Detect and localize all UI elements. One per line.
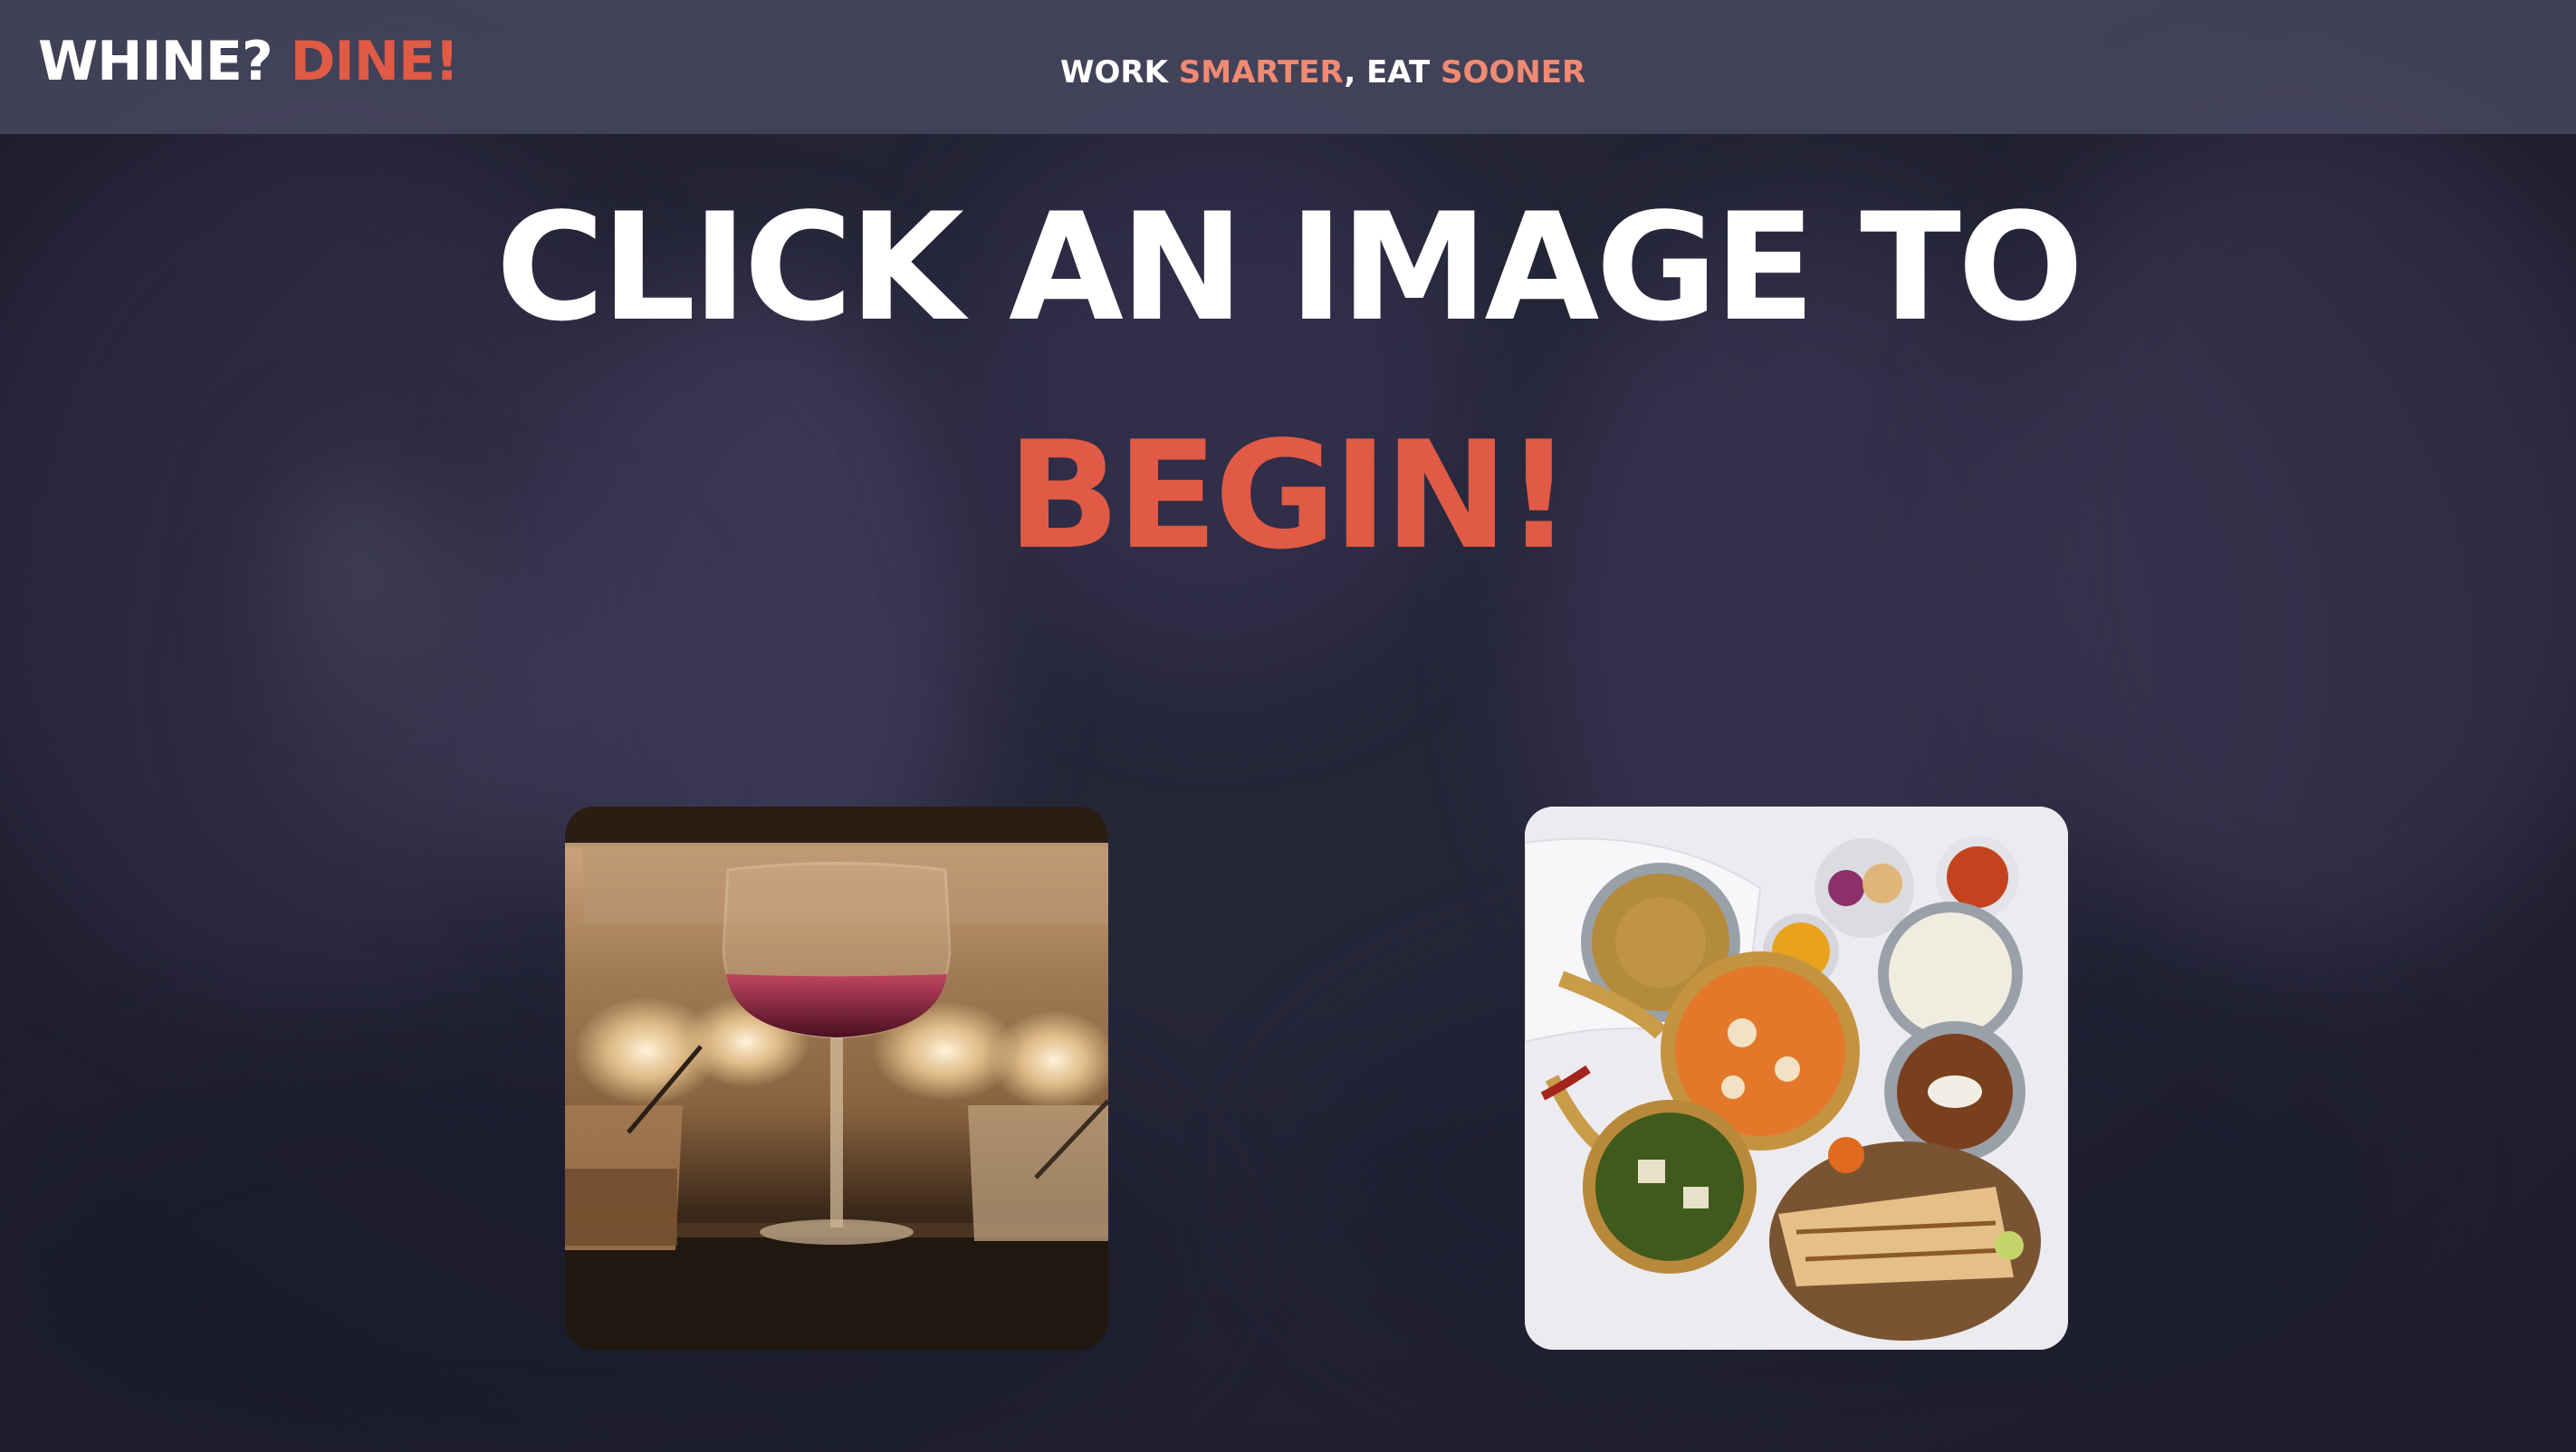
tagline-work: WORK [1060, 54, 1168, 91]
tagline-sooner: SOONER [1441, 54, 1586, 91]
tagline: WORK SMARTER, EAT SOONER [1060, 53, 1585, 92]
site-logo[interactable]: WHINE? DINE! [38, 24, 460, 100]
page-heading-line1: CLICK AN IMAGE TO [495, 181, 2084, 354]
wine-option-card[interactable] [565, 807, 1108, 1350]
logo-text-whine: WHINE? [38, 30, 273, 93]
top-navbar: WHINE? DINE! WORK SMARTER, EAT SOONER [0, 0, 2576, 134]
page-heading-line2: BEGIN! [1007, 409, 1573, 582]
logo-text-dine: DINE! [290, 30, 460, 93]
tagline-smarter: SMARTER [1178, 54, 1345, 91]
indian-food-platter-image [1525, 807, 2068, 1350]
tagline-eat: , EAT [1344, 54, 1431, 91]
wine-glass-image [565, 807, 1108, 1350]
dine-option-card[interactable] [1525, 807, 2068, 1350]
